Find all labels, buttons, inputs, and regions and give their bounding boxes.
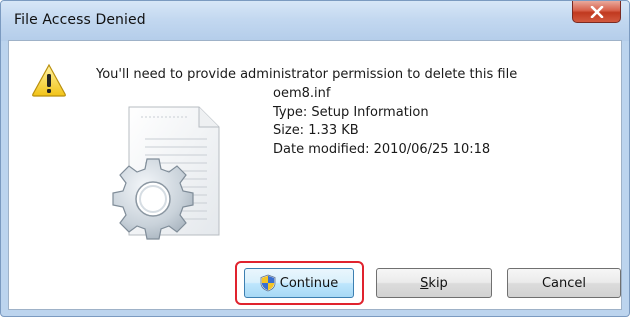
file-size: Size: 1.33 KB (273, 123, 359, 138)
cancel-label: Cancel (541, 275, 587, 291)
skip-button[interactable]: Skip (376, 268, 492, 298)
close-icon (590, 5, 603, 18)
dialog-content: You'll need to provide administrator per… (8, 40, 622, 310)
continue-label: Continue (279, 275, 339, 291)
close-button[interactable] (572, 1, 621, 23)
skip-mnemonic: S (420, 275, 429, 291)
warning-icon (32, 63, 66, 97)
file-date-modified: Date modified: 2010/06/25 10:18 (273, 141, 491, 157)
window-title: File Access Denied (14, 12, 146, 28)
dialog-window: File Access Denied You'll need to provid… (0, 0, 630, 317)
skip-label: kip (428, 275, 448, 291)
file-details: oem8.inf Type: Setup Information Size: 1… (273, 85, 490, 159)
continue-button[interactable]: Continue (244, 268, 354, 298)
file-type: Type: Setup Information (273, 104, 429, 120)
title-bar[interactable]: File Access Denied (1, 1, 629, 41)
permission-message: You'll need to provide administrator per… (96, 67, 518, 82)
cancel-button[interactable]: Cancel (507, 268, 621, 298)
setup-file-icon (112, 106, 220, 240)
uac-shield-icon (260, 274, 276, 292)
file-name: oem8.inf (273, 86, 331, 101)
